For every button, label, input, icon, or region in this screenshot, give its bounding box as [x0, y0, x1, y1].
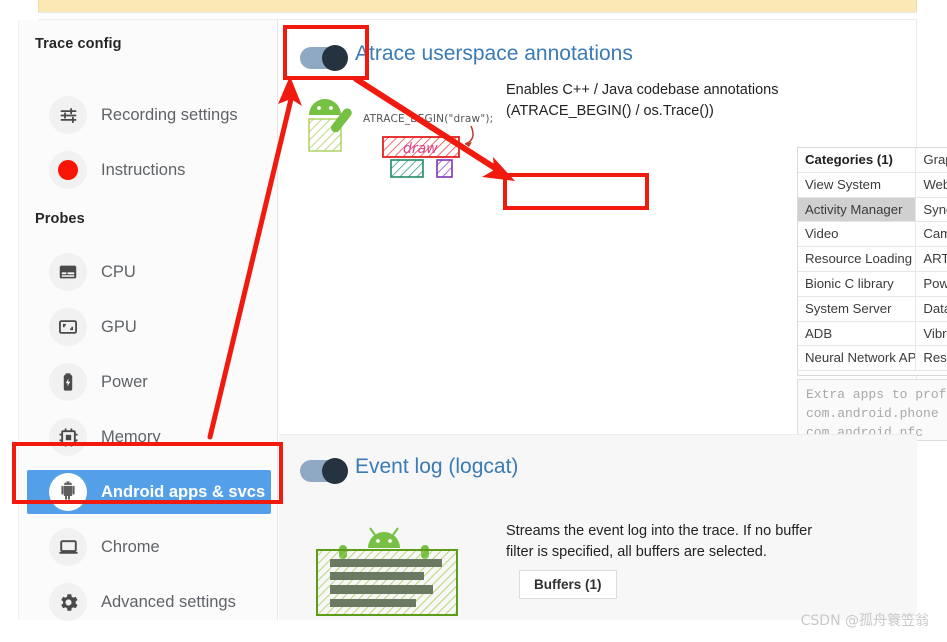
sidebar-item-instructions[interactable]: Instructions — [27, 148, 271, 192]
category-option[interactable]: Resource Loading — [798, 247, 917, 272]
banner-divider — [38, 12, 917, 13]
probe-section-logcat: Event log (logcat) Streams the event log… — [279, 434, 917, 620]
atrace-categories-list[interactable]: Categories (1) Graphics Input View Syste… — [797, 147, 947, 376]
category-option-activity-manager[interactable]: Activity Manager — [798, 197, 917, 223]
sidebar-item-label: GPU — [101, 317, 137, 336]
category-option[interactable]: Graphics — [916, 148, 947, 173]
category-option[interactable]: System Server — [798, 296, 917, 322]
probe-description-line: Enables C++ / Java codebase annotations — [506, 82, 779, 98]
probe-description-logcat: Streams the event log into the trace. If… — [506, 521, 812, 563]
probe-description-line: filter is specified, all buffers are sel… — [506, 544, 767, 560]
sidebar-item-android-apps-svcs[interactable]: Android apps & svcs — [27, 470, 271, 514]
sidebar-item-gpu[interactable]: GPU — [27, 305, 271, 349]
probes-main-panel: Atrace userspace annotations Enables C++… — [279, 20, 947, 620]
sidebar-item-label: Advanced settings — [101, 592, 236, 611]
sliders-icon — [49, 96, 87, 134]
sidebar-item-label: Power — [101, 372, 148, 391]
sidebar-item-label: Instructions — [101, 160, 186, 179]
category-option[interactable]: Database — [916, 297, 947, 322]
category-option[interactable]: Video — [798, 222, 917, 248]
sidebar-item-label: Recording settings — [101, 105, 238, 124]
toggle-knob — [322, 458, 348, 484]
watermark: CSDN @孤舟簑笠翁 — [800, 613, 929, 629]
category-option[interactable]: Power Management — [916, 272, 947, 297]
category-option[interactable]: Camera — [916, 222, 947, 248]
sidebar-item-memory[interactable]: Memory — [27, 415, 271, 459]
probe-description-line: Streams the event log into the trace. If… — [506, 523, 813, 539]
sidebar-item-chrome[interactable]: Chrome — [27, 525, 271, 569]
battery-icon — [49, 363, 87, 401]
android-icon — [49, 473, 87, 511]
probe-description-atrace: Enables C++ / Java codebase annotations … — [506, 80, 778, 122]
sidebar-heading-probes: Probes — [35, 211, 85, 227]
extra-apps-placeholder-text[interactable]: Extra apps to profile, one per line, e.g… — [797, 379, 947, 441]
sidebar-item-label: CPU — [101, 262, 136, 281]
logcat-illustration — [312, 518, 492, 623]
gpu-icon — [49, 308, 87, 346]
category-option[interactable]: Resource Overlay — [916, 346, 947, 372]
sidebar-item-label: Memory — [101, 427, 161, 446]
category-option[interactable]: ART & Dalvik — [916, 247, 947, 272]
sidebar-item-recording-settings[interactable]: Recording settings — [27, 93, 271, 137]
sidebar-item-power[interactable]: Power — [27, 360, 271, 404]
sidebar-heading-trace-config: Trace config — [35, 36, 122, 52]
sidebar-item-label: Chrome — [101, 537, 160, 556]
category-option[interactable]: Bionic C library — [798, 271, 917, 297]
category-option[interactable]: View System — [798, 172, 917, 198]
atrace-toggle[interactable] — [300, 45, 348, 71]
buffers-button[interactable]: Buffers (1) — [519, 570, 617, 599]
probe-title-atrace: Atrace userspace annotations — [355, 42, 633, 65]
toggle-knob — [322, 45, 348, 71]
app-root: Trace config Recording settings Instruct… — [0, 0, 947, 642]
category-option[interactable]: ADB — [798, 321, 917, 347]
cpu-icon — [49, 253, 87, 291]
top-notice-banner — [38, 0, 917, 12]
record-circle-icon — [49, 151, 87, 189]
atrace-categories-grid: Categories (1) Graphics Input View Syste… — [798, 148, 947, 372]
category-option[interactable]: Neural Network API — [798, 346, 917, 372]
sidebar-item-advanced-settings[interactable]: Advanced settings — [27, 580, 271, 624]
category-option[interactable]: WebView — [916, 173, 947, 198]
memory-chip-icon — [49, 418, 87, 456]
probe-section-atrace: Atrace userspace annotations Enables C++… — [279, 20, 947, 441]
atrace-illustration: draw — [299, 82, 499, 192]
probe-title-logcat: Event log (logcat) — [355, 455, 519, 478]
gear-icon — [49, 583, 87, 621]
logcat-toggle[interactable] — [300, 458, 348, 484]
svg-text:draw: draw — [403, 141, 438, 157]
sidebar-item-label: Android apps & svcs — [101, 482, 266, 501]
atrace-illustration-code-label: ATRACE_BEGIN("draw"); — [363, 113, 494, 125]
category-option[interactable]: Vibrator — [916, 322, 947, 347]
category-option[interactable]: Sync Manager — [916, 198, 947, 223]
probe-description-line: (ATRACE_BEGIN() / os.Trace()) — [506, 103, 714, 119]
sidebar: Trace config Recording settings Instruct… — [18, 20, 278, 621]
sidebar-item-cpu[interactable]: CPU — [27, 250, 271, 294]
laptop-icon — [49, 528, 87, 566]
categories-header: Categories (1) — [798, 148, 917, 173]
